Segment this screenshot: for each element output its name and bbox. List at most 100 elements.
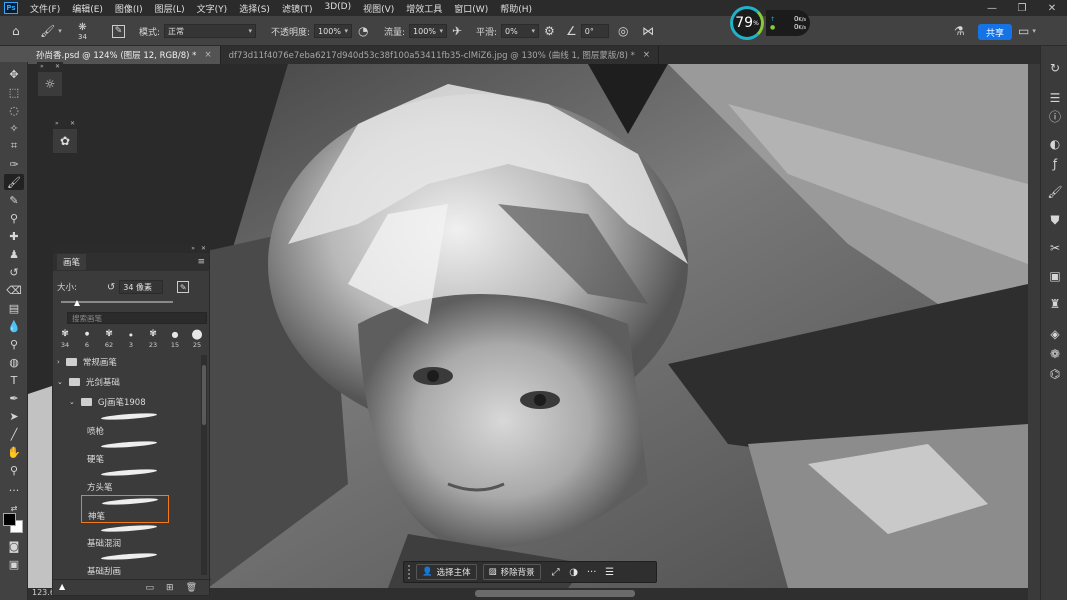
history-brush-tool-icon[interactable]: ↺ bbox=[4, 264, 24, 280]
navigator-icon[interactable]: ▣ bbox=[1046, 268, 1064, 284]
recent-brush[interactable]: ✾ 34 bbox=[57, 327, 73, 351]
dodge-tool-icon[interactable]: ⚲ bbox=[4, 336, 24, 352]
mini-panel-1-header[interactable]: » ✕ bbox=[38, 63, 62, 72]
opacity-field[interactable]: 100% ▾ bbox=[314, 24, 353, 38]
brush-item[interactable]: 喷枪 bbox=[81, 411, 169, 439]
flow-field[interactable]: 100% ▾ bbox=[409, 24, 448, 38]
select-subject-button[interactable]: 👤 选择主体 bbox=[416, 564, 477, 580]
brush-group-row[interactable]: ⌄ 光剑基础 bbox=[57, 373, 120, 391]
brush-item-selected[interactable]: 神笔 bbox=[81, 495, 169, 523]
effects-fx-icon[interactable]: ƒ bbox=[1046, 156, 1064, 172]
tab-close-icon[interactable]: × bbox=[204, 50, 211, 60]
panel-menu-icon[interactable]: ≡ bbox=[197, 257, 205, 267]
symmetry-butterfly-icon[interactable]: ⋈ bbox=[642, 16, 654, 46]
drag-handle[interactable] bbox=[408, 565, 412, 579]
recent-brush[interactable]: ✾ 23 bbox=[145, 327, 161, 351]
chevron-down-icon[interactable]: ⌄ bbox=[57, 378, 63, 386]
menu-item[interactable]: 文件(F) bbox=[24, 2, 66, 15]
share-button[interactable]: 共享 bbox=[978, 24, 1012, 40]
recent-brush[interactable]: ✾ 62 bbox=[101, 327, 117, 351]
reset-size-icon[interactable]: ↺ bbox=[107, 282, 115, 293]
adjustments-sliders-icon[interactable]: ☰ bbox=[1046, 90, 1064, 106]
quick-select-tool-icon[interactable]: ✧ bbox=[4, 120, 24, 136]
minimize-button[interactable]: — bbox=[977, 0, 1007, 16]
tab-document-2[interactable]: df73d11f4076e7eba6217d940d53c38f100a5341… bbox=[221, 46, 659, 64]
gradient-tool-icon[interactable]: ▤ bbox=[4, 300, 24, 316]
eyedropper-tool-icon[interactable]: ✑ bbox=[4, 156, 24, 172]
chevron-right-icon[interactable]: › bbox=[57, 358, 60, 366]
close-icon[interactable]: ✕ bbox=[201, 245, 206, 253]
libraries-icon[interactable]: ♜ bbox=[1046, 296, 1064, 312]
blur-tool-icon[interactable]: 💧 bbox=[4, 318, 24, 334]
paths-icon[interactable]: ⌬ bbox=[1046, 366, 1064, 382]
brush-item[interactable]: 基础混润 bbox=[81, 523, 169, 551]
menu-item[interactable]: 选择(S) bbox=[233, 2, 276, 15]
color-icon[interactable]: ◐ bbox=[1046, 136, 1064, 152]
recent-brush[interactable]: ● 15 bbox=[167, 327, 183, 351]
menu-item[interactable]: 视图(V) bbox=[357, 2, 400, 15]
menu-item[interactable]: 编辑(E) bbox=[66, 2, 109, 15]
brush-preview-toggle-icon[interactable]: ▲ bbox=[59, 582, 65, 591]
clone-source-icon[interactable]: ⛊ bbox=[1046, 212, 1064, 228]
horizontal-scrollbar[interactable] bbox=[475, 590, 635, 597]
transform-icon[interactable]: ⤢ bbox=[547, 564, 565, 580]
type-tool-icon[interactable]: T bbox=[4, 372, 24, 388]
new-brush-icon[interactable]: ✎ bbox=[177, 281, 190, 293]
size-input[interactable]: 34 像素 bbox=[119, 280, 164, 294]
smoothing-field[interactable]: 0% ▾ bbox=[501, 24, 540, 38]
brush-settings-toggle-icon[interactable]: ✎ bbox=[112, 16, 125, 46]
brush-tool-icon[interactable]: 🖌 bbox=[4, 174, 24, 190]
workspace-icon[interactable]: ▭ ▾ bbox=[1018, 16, 1036, 46]
brush-item[interactable]: 方头笔 bbox=[81, 467, 169, 495]
angle-field[interactable]: 0° bbox=[580, 24, 609, 38]
pressure-size-icon[interactable]: ◎ bbox=[618, 16, 628, 46]
stamp-tool-icon[interactable]: ♟ bbox=[4, 246, 24, 262]
airbrush-icon[interactable]: ✈ bbox=[452, 16, 462, 46]
brush-item[interactable]: 硬笔 bbox=[81, 439, 169, 467]
remove-background-button[interactable]: ▨ 移除背景 bbox=[482, 564, 541, 580]
maximize-button[interactable]: ❐ bbox=[1007, 0, 1037, 16]
menu-item[interactable]: 图层(L) bbox=[149, 2, 191, 15]
pressure-opacity-icon[interactable]: ◔ bbox=[358, 16, 368, 46]
collapse-icon[interactable]: » bbox=[191, 245, 195, 253]
tab-close-icon[interactable]: × bbox=[643, 50, 650, 60]
marquee-tool-icon[interactable]: ⬚ bbox=[4, 84, 24, 100]
mode-select[interactable]: 正常 ▾ bbox=[164, 24, 257, 38]
crop-tool-icon[interactable]: ⌗ bbox=[4, 138, 24, 154]
brush-item[interactable]: 基础刮画 bbox=[81, 551, 169, 579]
menu-item[interactable]: 增效工具 bbox=[400, 2, 448, 15]
menu-item[interactable]: 滤镜(T) bbox=[276, 2, 319, 15]
brush-panel-titlebar[interactable]: » ✕ bbox=[53, 245, 209, 253]
brush-search-input[interactable]: 搜索画笔 bbox=[67, 312, 207, 324]
home-icon[interactable]: ⌂ bbox=[12, 16, 20, 46]
eraser-tool-icon[interactable]: ⌫ bbox=[4, 282, 24, 298]
brush-group-row[interactable]: ⌄ GJ画笔1908 bbox=[69, 393, 146, 411]
new-brush-plus-icon[interactable]: ⊞ bbox=[166, 583, 174, 593]
pencil-tool-icon[interactable]: ✎ bbox=[4, 192, 24, 208]
close-button[interactable]: ✕ bbox=[1037, 0, 1067, 16]
brush-preset-picker[interactable]: ❋ 34 bbox=[78, 16, 87, 46]
foreground-color-swatch[interactable] bbox=[3, 513, 16, 526]
history-icon[interactable]: ↻ bbox=[1046, 60, 1064, 76]
smoothing-options-gear-icon[interactable]: ⚙ bbox=[544, 16, 555, 46]
menu-item[interactable]: 窗口(W) bbox=[448, 2, 494, 15]
clone-stamp-tool-icon[interactable]: ⚲ bbox=[4, 210, 24, 226]
brush-tool-preset-icon[interactable]: 🖌 ▾ bbox=[40, 16, 62, 46]
quick-mask-icon[interactable]: ◙ bbox=[4, 538, 24, 554]
layers-icon[interactable]: ◈ bbox=[1046, 326, 1064, 342]
recent-brush[interactable]: ● 3 bbox=[123, 327, 139, 351]
mini-panel-2-header[interactable]: » ✕ bbox=[53, 120, 77, 129]
menu-item[interactable]: 图像(I) bbox=[109, 2, 149, 15]
more-tools-icon[interactable]: ··· bbox=[4, 482, 24, 498]
path-select-tool-icon[interactable]: ➤ bbox=[4, 408, 24, 424]
hand-tool-icon[interactable]: ✋ bbox=[4, 444, 24, 460]
sponge-tool-icon[interactable]: ◍ bbox=[4, 354, 24, 370]
adjustment-layer-icon[interactable]: ◑ bbox=[565, 564, 583, 580]
menu-item[interactable]: 3D(D) bbox=[318, 2, 357, 15]
chevron-down-icon[interactable]: ⌄ bbox=[69, 398, 75, 406]
lasso-tool-icon[interactable]: ◌ bbox=[4, 102, 24, 118]
size-slider-handle[interactable] bbox=[74, 300, 80, 306]
move-tool-icon[interactable]: ✥ bbox=[4, 66, 24, 82]
tool-presets-icon[interactable]: ✂ bbox=[1046, 240, 1064, 256]
brush-settings-icon[interactable]: 🖌 bbox=[1046, 184, 1064, 200]
